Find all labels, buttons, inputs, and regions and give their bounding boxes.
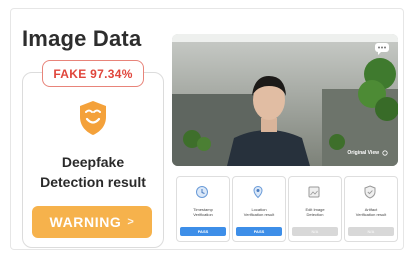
detection-label-line2: Detection result	[40, 174, 146, 190]
original-view-label: Original View	[347, 150, 379, 156]
original-view-button[interactable]: Original View	[347, 150, 388, 156]
shield-check-icon	[364, 185, 376, 199]
location-pin-icon	[253, 185, 263, 199]
detection-result-label: Deepfake Detection result	[22, 152, 164, 192]
warning-label: WARNING	[49, 214, 122, 230]
location-verification-card: Location Verification result PASS	[232, 176, 286, 242]
edit-image-status-badge: N/A	[292, 227, 338, 236]
deepfake-mask-shield-icon	[80, 101, 106, 135]
artifact-verification-card: Artifact Verification result N/A	[344, 176, 398, 242]
clock-icon	[196, 186, 208, 198]
warning-button[interactable]: WARNING >	[32, 206, 152, 238]
location-status-badge: PASS	[236, 227, 282, 236]
artifact-status-badge: N/A	[348, 227, 394, 236]
edit-image-detection-label: Edit Image Detection	[305, 207, 325, 217]
edit-image-icon	[308, 186, 320, 198]
chat-bubble-icon[interactable]	[374, 42, 390, 56]
timestamp-verification-card: Timestamp Verification PASS	[176, 176, 230, 242]
artifact-verification-label: Artifact Verification result	[355, 207, 387, 217]
chevron-right-icon: >	[127, 216, 135, 228]
detection-label-line1: Deepfake	[61, 154, 125, 170]
expand-icon	[382, 150, 388, 156]
timestamp-verification-label: Timestamp Verification	[193, 207, 213, 217]
video-frame-image	[172, 34, 398, 166]
page-title: Image Data	[22, 26, 142, 51]
timestamp-status-badge: PASS	[180, 227, 226, 236]
video-preview[interactable]: Original View	[172, 34, 398, 166]
fake-score-badge: FAKE 97.34%	[42, 60, 144, 87]
location-verification-label: Location Verification result	[243, 207, 275, 217]
edit-image-detection-card: Edit Image Detection N/A	[288, 176, 342, 242]
